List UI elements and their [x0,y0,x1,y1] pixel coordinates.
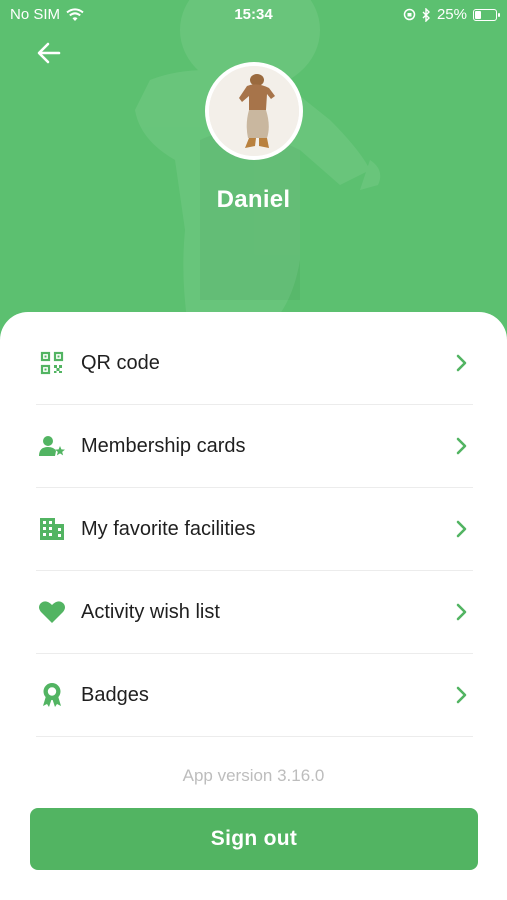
heart-icon [37,597,67,627]
bluetooth-icon [422,7,430,22]
badge-icon [37,680,67,710]
arrow-left-icon [37,42,61,64]
profile-header: No SIM 15:34 25% Daniel [0,0,507,360]
menu-item-label: My favorite facilities [81,517,256,540]
menu-item-membership-cards[interactable]: Membership cards [36,405,473,488]
chevron-right-icon [451,436,471,456]
menu-item-qr-code[interactable]: QR code [36,322,473,405]
app-version: App version 3.16.0 [182,766,325,785]
avatar[interactable] [205,62,303,160]
qr-code-icon [37,348,67,378]
menu-item-label: QR code [81,351,160,374]
background-photo [135,0,381,340]
chevron-right-icon [451,685,471,705]
menu-item-label: Activity wish list [81,600,220,623]
menu-item-activity-wish-list[interactable]: Activity wish list [36,571,473,654]
profile-name: Daniel [216,186,291,213]
chevron-right-icon [451,353,471,373]
building-icon [37,514,67,544]
user-star-icon [37,431,67,461]
chevron-right-icon [451,602,471,622]
battery-icon [473,8,500,21]
battery-percent: 25% [436,6,467,23]
profile-photo [209,66,299,156]
menu-item-label: Membership cards [81,434,246,457]
orientation-lock-icon [403,8,416,21]
profile-menu-sheet: QR code Membership cards My favorite fac… [0,312,507,900]
sign-out-button[interactable]: Sign out [30,808,478,870]
menu-item-favorite-facilities[interactable]: My favorite facilities [36,488,473,571]
chevron-right-icon [451,519,471,539]
menu-item-badges[interactable]: Badges [36,654,473,737]
menu-item-label: Badges [81,683,149,706]
status-bar: No SIM 15:34 25% [0,0,507,30]
back-button[interactable] [32,36,66,70]
menu-list: QR code Membership cards My favorite fac… [36,322,473,737]
